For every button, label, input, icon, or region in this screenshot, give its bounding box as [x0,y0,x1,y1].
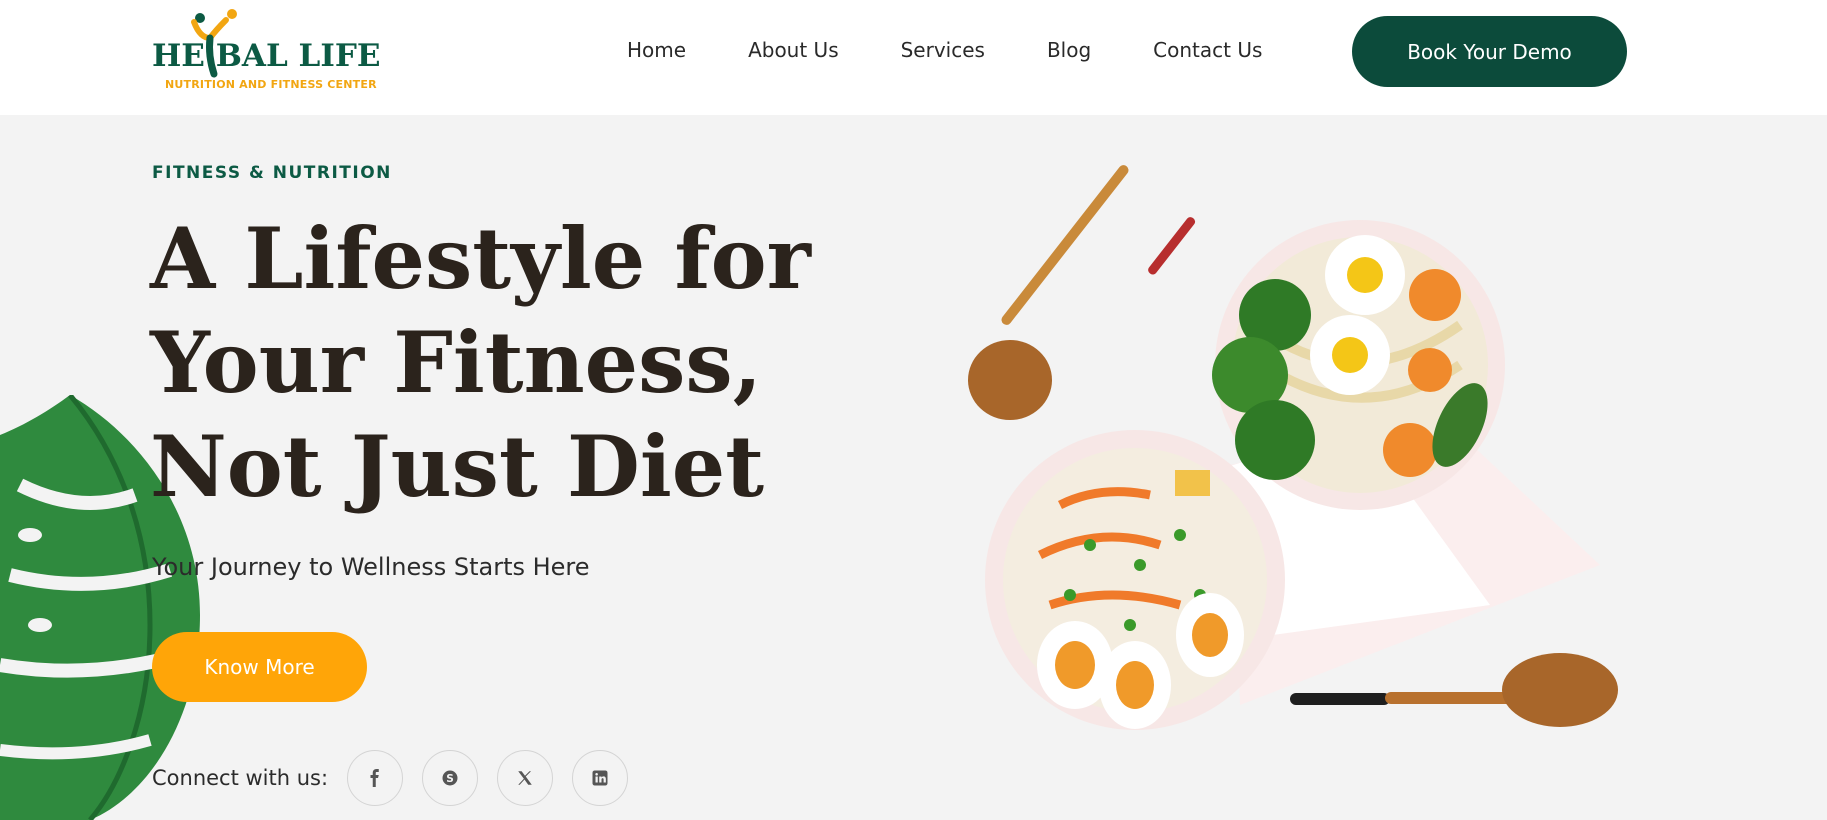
nav-contact-us[interactable]: Contact Us [1153,38,1262,68]
connect-label: Connect with us: [152,766,329,790]
site-header: HE BAL LIFE NUTRITION AND FITNESS CENTER… [0,0,1827,115]
food-bowls-image [968,165,1618,730]
linkedin-icon [592,770,608,786]
headline-line-3: Not Just Diet [150,417,765,516]
headline-line-2: Your Fitness, [150,313,762,412]
skype-link[interactable]: S [422,750,478,806]
logo-subtitle: NUTRITION AND FITNESS CENTER [165,78,377,91]
hero-subheading: Your Journey to Wellness Starts Here [152,553,590,581]
headline-line-1: A Lifestyle for [150,209,811,308]
skype-icon: S [442,770,458,786]
know-more-button[interactable]: Know More [152,632,367,702]
logo-title: HE BAL LIFE [152,38,381,74]
x-twitter-link[interactable] [497,750,553,806]
facebook-icon [370,769,379,787]
book-demo-button[interactable]: Book Your Demo [1352,16,1627,87]
nav-home[interactable]: Home [627,38,686,68]
main-nav: Home About Us Services Blog Contact Us [627,38,1262,68]
hero-headline: A Lifestyle for Your Fitness, Not Just D… [150,207,830,519]
svg-text:S: S [446,773,454,785]
nav-blog[interactable]: Blog [1047,38,1091,68]
nav-about-us[interactable]: About Us [748,38,839,68]
hero-eyebrow: FITNESS & NUTRITION [152,163,392,183]
facebook-link[interactable] [347,750,403,806]
hero-section: FITNESS & NUTRITION A Lifestyle for Your… [0,115,1827,820]
nav-services[interactable]: Services [901,38,985,68]
linkedin-link[interactable] [572,750,628,806]
logo[interactable]: HE BAL LIFE NUTRITION AND FITNESS CENTER [152,8,382,98]
x-twitter-icon [518,771,532,785]
